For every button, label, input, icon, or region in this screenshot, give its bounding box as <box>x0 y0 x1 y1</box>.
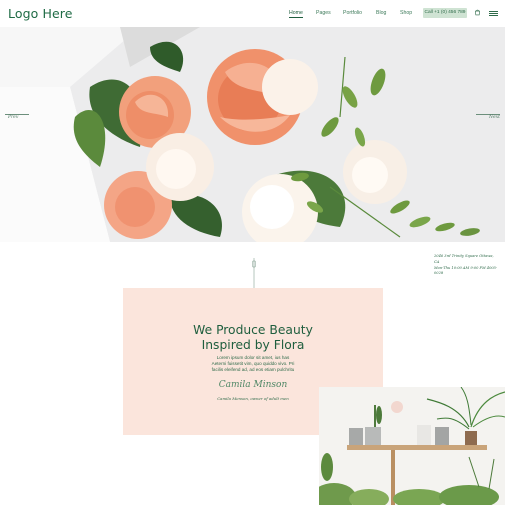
nav-item-pages[interactable]: Pages <box>316 10 331 16</box>
about-text-line: facilis eleifend ad, ad eos etiam pulchr… <box>211 367 295 373</box>
site-header: Logo Here Home Pages Portfolio Blog Shop… <box>0 0 505 27</box>
about-text: Lorem ipsum dolor sit amet, ius has Aete… <box>187 355 319 373</box>
hero-flowers-image <box>0 27 505 242</box>
hours-line: Mon-Thu 10:00 AM 9:00 PM 4005-0028 <box>434 265 498 276</box>
cart-icon[interactable] <box>474 9 481 16</box>
nav-item-shop[interactable]: Shop <box>400 10 412 16</box>
address-line: 2046 3rd Trinity Square Ottawa, CA <box>434 254 494 264</box>
contact-address: 2046 3rd Trinity Square Ottawa, CA Mon-T… <box>434 254 500 277</box>
about-title-line: Inspired by Flora <box>201 338 305 352</box>
next-slide-link[interactable]: Next <box>489 115 500 120</box>
hero-slider: Prev Next <box>0 27 505 242</box>
prev-slide-link[interactable]: Prev <box>8 115 18 120</box>
plants-shelf-image <box>319 387 505 505</box>
phone-button[interactable]: Call +1 (0) 456 789 <box>423 8 467 18</box>
nav-item-blog[interactable]: Blog <box>376 10 386 16</box>
about-title-line: We Produce Beauty <box>193 323 313 337</box>
about-title: We Produce Beauty Inspired by Flora <box>123 323 383 353</box>
hamburger-menu-icon[interactable] <box>489 11 498 16</box>
plants-shelf-illustration <box>319 387 505 505</box>
nav-item-portfolio[interactable]: Portfolio <box>343 10 362 16</box>
nav-item-home[interactable]: Home <box>289 10 303 18</box>
